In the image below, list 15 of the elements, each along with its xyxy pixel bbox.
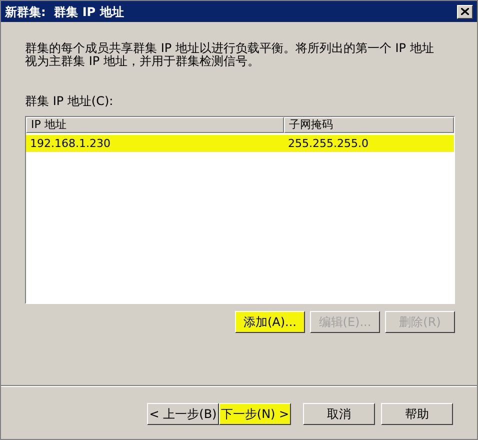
column-header[interactable]: IP 地址	[26, 117, 284, 133]
dialog-button[interactable]: < 上一步(B)	[147, 403, 219, 425]
dialog-button[interactable]: 取消	[303, 403, 375, 425]
close-button[interactable]	[457, 4, 473, 18]
list-label: 群集 IP 地址(C):	[25, 93, 114, 110]
dialog-button[interactable]: 帮助	[381, 403, 453, 425]
table-cell-text: 192.168.1.230	[29, 136, 112, 152]
table-row[interactable]: 192.168.1.230 255.255.255.0	[26, 135, 454, 152]
window-title: 新群集: 群集 IP 地址	[5, 4, 124, 20]
dialog-button[interactable]: 下一步(N) >	[219, 403, 291, 425]
dialog-button[interactable]: 添加(A)...	[235, 311, 305, 333]
close-icon	[461, 8, 469, 15]
column-header[interactable]: 子网掩码	[284, 117, 454, 133]
description-text: 群集的每个成员共享群集 IP 地址以进行负载平衡。将所列出的第一个 IP 地址视为主群集 IP 地址，并用于群集检测信号。	[25, 42, 435, 68]
table-cell-text: 255.255.255.0	[287, 136, 370, 152]
